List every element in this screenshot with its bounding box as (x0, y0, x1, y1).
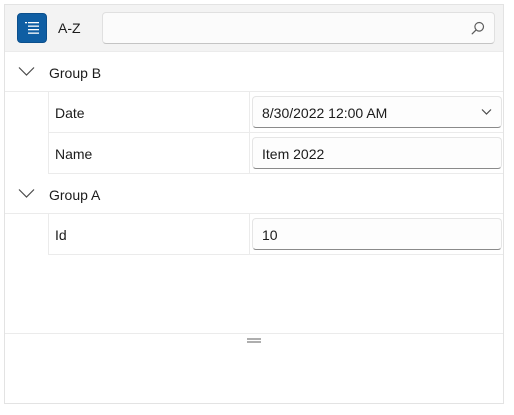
group-title: Group A (49, 187, 101, 203)
alphabetical-sort-button[interactable]: A-Z (58, 20, 81, 36)
name-textbox[interactable]: Item 2022 (252, 137, 502, 169)
category-list-icon (25, 22, 39, 34)
date-dropdown[interactable]: 8/30/2022 12:00 AM (252, 96, 502, 128)
column-divider[interactable] (249, 92, 250, 132)
chevron-down-icon[interactable] (18, 66, 35, 77)
property-name: Id (55, 227, 67, 243)
search-icon[interactable] (471, 21, 485, 35)
date-value: 8/30/2022 12:00 AM (262, 105, 388, 121)
property-name: Name (55, 146, 93, 162)
column-divider[interactable] (249, 133, 250, 173)
group-header-a[interactable]: Group A (5, 174, 503, 214)
property-row-date: Date 8/30/2022 12:00 AM (48, 92, 503, 133)
id-textbox[interactable]: 10 (252, 218, 502, 250)
property-grid: A-Z Group B Date 8/30/2022 12:00 AM Name (4, 4, 504, 404)
id-value: 10 (262, 227, 278, 243)
toolbar: A-Z (5, 5, 503, 52)
search-box[interactable] (102, 12, 495, 44)
property-row-name: Name Item 2022 (48, 133, 503, 174)
group-title: Group B (49, 65, 102, 81)
name-value: Item 2022 (262, 146, 325, 162)
property-row-id: Id 10 (48, 214, 503, 255)
categorized-view-button[interactable] (17, 13, 47, 43)
group-header-b[interactable]: Group B (5, 52, 503, 92)
description-panel (5, 334, 503, 403)
chevron-down-icon[interactable] (18, 188, 35, 199)
column-divider[interactable] (249, 214, 250, 254)
search-input[interactable] (111, 18, 465, 40)
chevron-down-icon (481, 109, 492, 115)
property-name: Date (55, 105, 85, 121)
